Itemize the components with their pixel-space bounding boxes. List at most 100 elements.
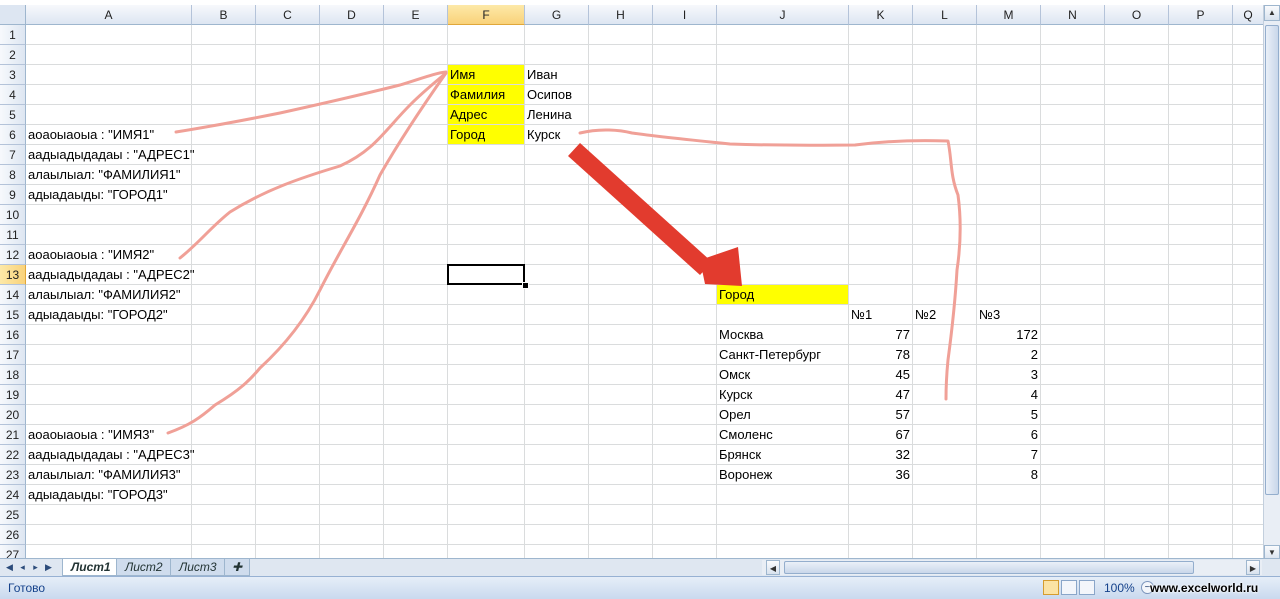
column-header-a[interactable]: A <box>26 5 192 25</box>
page-layout-view-icon[interactable] <box>1061 580 1077 595</box>
page-break-view-icon[interactable] <box>1079 580 1095 595</box>
cell-a12[interactable]: аоаоыаоыа : "ИМЯ2" <box>26 245 191 264</box>
cell-l15[interactable]: №2 <box>913 305 976 324</box>
city-value-n3[interactable]: 2 <box>977 345 1040 364</box>
tab-sheet1[interactable]: Лист1 <box>62 559 120 576</box>
row-header-8[interactable]: 8 <box>0 165 26 185</box>
cell-g6[interactable]: Курск <box>525 125 588 144</box>
horizontal-scroll-thumb[interactable] <box>784 561 1194 574</box>
city-value-n1[interactable]: 47 <box>849 385 912 404</box>
tab-sheet2[interactable]: Лист2 <box>116 559 172 576</box>
cell-a21[interactable]: аоаоыаоыа : "ИМЯ3" <box>26 425 191 444</box>
row-header-4[interactable]: 4 <box>0 85 26 105</box>
cell-a23[interactable]: алаылыал: "ФАМИЛИЯ3" <box>26 465 191 484</box>
city-value-n3[interactable]: 6 <box>977 425 1040 444</box>
scroll-up-icon[interactable]: ▲ <box>1264 5 1280 21</box>
row-header-17[interactable]: 17 <box>0 345 26 365</box>
city-name[interactable]: Брянск <box>717 445 848 464</box>
column-header-g[interactable]: G <box>525 5 589 25</box>
row-header-15[interactable]: 15 <box>0 305 26 325</box>
active-cell-f13[interactable] <box>447 264 525 285</box>
first-sheet-icon[interactable]: ◀ <box>4 561 15 574</box>
select-all-corner[interactable] <box>0 5 26 25</box>
column-header-p[interactable]: P <box>1169 5 1233 25</box>
city-value-n3[interactable]: 7 <box>977 445 1040 464</box>
city-value-n3[interactable]: 172 <box>977 325 1040 344</box>
city-name[interactable]: Смоленс <box>717 425 848 444</box>
cell-g5[interactable]: Ленина <box>525 105 588 124</box>
city-value-n1[interactable]: 36 <box>849 465 912 484</box>
spreadsheet-grid[interactable]: A B C D E F G H I J K L M N O P Q 1 2 3 4 5 6 7 8 9 10 11 12 13 14 15 16… <box>0 0 1280 598</box>
city-name[interactable]: Санкт-Петербург <box>717 345 848 364</box>
row-header-2[interactable]: 2 <box>0 45 26 65</box>
cell-a24[interactable]: адыадаыды: "ГОРОД3" <box>26 485 191 504</box>
column-header-l[interactable]: L <box>913 5 977 25</box>
row-header-19[interactable]: 19 <box>0 385 26 405</box>
vertical-scrollbar[interactable]: ▲ ▼ <box>1263 5 1280 561</box>
column-header-c[interactable]: C <box>256 5 320 25</box>
last-sheet-icon[interactable]: ▶ <box>43 561 54 574</box>
cell-a9[interactable]: адыадаыды: "ГОРОД1" <box>26 185 191 204</box>
city-value-n3[interactable]: 8 <box>977 465 1040 484</box>
cell-a13[interactable]: аадыадыдадаы : "АДРЕС2" <box>26 265 194 284</box>
row-header-18[interactable]: 18 <box>0 365 26 385</box>
row-header-3[interactable]: 3 <box>0 65 26 85</box>
cell-f6[interactable]: Город <box>448 125 524 144</box>
city-value-n1[interactable]: 57 <box>849 405 912 424</box>
row-header-10[interactable]: 10 <box>0 205 26 225</box>
city-name[interactable]: Орел <box>717 405 848 424</box>
insert-sheet-icon[interactable]: ✚ <box>224 559 250 576</box>
row-header-5[interactable]: 5 <box>0 105 26 125</box>
cell-j14[interactable]: Город <box>717 285 848 304</box>
row-header-11[interactable]: 11 <box>0 225 26 245</box>
column-header-q[interactable]: Q <box>1233 5 1264 25</box>
scroll-right-icon[interactable]: ▶ <box>1246 560 1260 575</box>
column-header-n[interactable]: N <box>1041 5 1105 25</box>
city-value-n3[interactable]: 5 <box>977 405 1040 424</box>
column-header-k[interactable]: K <box>849 5 913 25</box>
row-header-16[interactable]: 16 <box>0 325 26 345</box>
column-header-f[interactable]: F <box>448 5 525 25</box>
city-value-n1[interactable]: 77 <box>849 325 912 344</box>
cell-g4[interactable]: Осипов <box>525 85 588 104</box>
horizontal-scrollbar[interactable]: ◀ ▶ <box>762 560 1262 575</box>
cell-f5[interactable]: Адрес <box>448 105 524 124</box>
column-header-d[interactable]: D <box>320 5 384 25</box>
row-header-21[interactable]: 21 <box>0 425 26 445</box>
city-value-n3[interactable]: 4 <box>977 385 1040 404</box>
row-header-9[interactable]: 9 <box>0 185 26 205</box>
city-value-n1[interactable]: 45 <box>849 365 912 384</box>
row-header-1[interactable]: 1 <box>0 25 26 45</box>
city-value-n1[interactable]: 32 <box>849 445 912 464</box>
row-header-25[interactable]: 25 <box>0 505 26 525</box>
cell-a6[interactable]: аоаоыаоыа : "ИМЯ1" <box>26 125 191 144</box>
row-header-22[interactable]: 22 <box>0 445 26 465</box>
next-sheet-icon[interactable]: ▸ <box>30 561 41 574</box>
fill-handle[interactable] <box>522 282 529 289</box>
cell-a22[interactable]: аадыадыдадаы : "АДРЕС3" <box>26 445 194 464</box>
cell-m15[interactable]: №3 <box>977 305 1040 324</box>
row-header-23[interactable]: 23 <box>0 465 26 485</box>
row-header-13[interactable]: 13 <box>0 265 26 285</box>
row-header-14[interactable]: 14 <box>0 285 26 305</box>
row-header-12[interactable]: 12 <box>0 245 26 265</box>
vertical-scroll-thumb[interactable] <box>1265 25 1279 495</box>
row-header-24[interactable]: 24 <box>0 485 26 505</box>
column-header-o[interactable]: O <box>1105 5 1169 25</box>
cell-g3[interactable]: Иван <box>525 65 588 84</box>
city-value-n1[interactable]: 67 <box>849 425 912 444</box>
normal-view-icon[interactable] <box>1043 580 1059 595</box>
column-header-j[interactable]: J <box>717 5 849 25</box>
scroll-left-icon[interactable]: ◀ <box>766 560 780 575</box>
cell-a15[interactable]: адыадаыды: "ГОРОД2" <box>26 305 191 324</box>
row-header-7[interactable]: 7 <box>0 145 26 165</box>
cell-a8[interactable]: алаылыал: "ФАМИЛИЯ1" <box>26 165 191 184</box>
row-header-20[interactable]: 20 <box>0 405 26 425</box>
cell-a14[interactable]: алаылыал: "ФАМИЛИЯ2" <box>26 285 191 304</box>
column-header-h[interactable]: H <box>589 5 653 25</box>
column-header-i[interactable]: I <box>653 5 717 25</box>
column-header-e[interactable]: E <box>384 5 448 25</box>
city-value-n3[interactable]: 3 <box>977 365 1040 384</box>
city-name[interactable]: Курск <box>717 385 848 404</box>
column-header-b[interactable]: B <box>192 5 256 25</box>
